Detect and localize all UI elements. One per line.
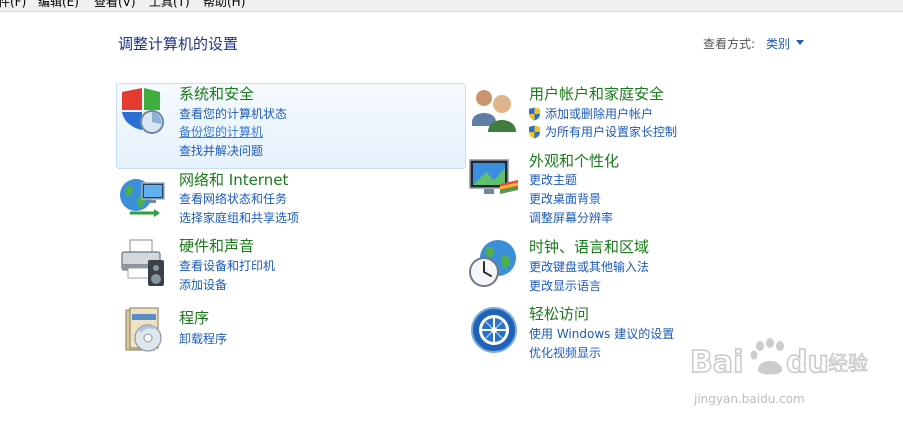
category-user-accounts-title[interactable]: 用户帐户和家庭安全 — [529, 85, 664, 103]
baidu-watermark: Bai du 经验 jingyan.baidu.com — [689, 332, 870, 412]
watermark-url: jingyan.baidu.com — [694, 392, 805, 406]
link-backup-computer[interactable]: 备份您的计算机 — [179, 125, 263, 139]
view-by-dropdown[interactable]: 类别 — [766, 35, 790, 52]
clock-globe-icon[interactable] — [468, 238, 520, 294]
link-find-fix-problems[interactable]: 查找并解决问题 — [179, 144, 263, 158]
category-hover-highlight — [116, 83, 466, 169]
link-change-desktop-background[interactable]: 更改桌面背景 — [529, 192, 601, 206]
ease-of-access-icon[interactable] — [469, 305, 519, 359]
link-view-network-status[interactable]: 查看网络状态和任务 — [179, 192, 287, 206]
category-clock-region-title[interactable]: 时钟、语言和区域 — [529, 238, 649, 256]
menu-view[interactable]: 查看(V) — [94, 0, 136, 9]
link-uninstall-program[interactable]: 卸载程序 — [179, 332, 227, 346]
page-title: 调整计算机的设置 — [118, 35, 239, 53]
appearance-monitor-icon[interactable] — [468, 154, 520, 208]
link-change-keyboards[interactable]: 更改键盘或其他输入法 — [529, 260, 649, 274]
menu-bar: 件(F) 编辑(E) 查看(V) 工具(T) 帮助(H) — [0, 0, 903, 12]
printer-icon[interactable] — [118, 238, 168, 292]
uac-shield-icon — [528, 124, 541, 143]
view-by-label: 查看方式: — [703, 37, 756, 51]
link-view-computer-status[interactable]: 查看您的计算机状态 — [179, 107, 287, 121]
link-change-display-language[interactable]: 更改显示语言 — [529, 279, 601, 293]
link-parental-controls[interactable]: 为所有用户设置家长控制 — [545, 125, 677, 139]
uac-shield-icon — [528, 106, 541, 125]
menu-help[interactable]: 帮助(H) — [203, 0, 245, 9]
link-add-device[interactable]: 添加设备 — [179, 278, 227, 292]
category-hardware-title[interactable]: 硬件和声音 — [179, 237, 254, 255]
menu-file[interactable]: 件(F) — [0, 0, 26, 9]
network-globe-icon[interactable] — [118, 173, 168, 227]
link-optimize-visual-display[interactable]: 优化视频显示 — [529, 346, 601, 360]
menu-edit[interactable]: 编辑(E) — [38, 0, 79, 9]
link-adjust-resolution[interactable]: 调整屏幕分辨率 — [529, 211, 613, 225]
link-homegroup-sharing[interactable]: 选择家庭组和共享选项 — [179, 211, 299, 225]
user-accounts-icon[interactable] — [468, 86, 520, 140]
link-add-remove-accounts[interactable]: 添加或删除用户帐户 — [545, 107, 653, 121]
link-change-theme[interactable]: 更改主题 — [529, 173, 577, 187]
link-windows-suggested-settings[interactable]: 使用 Windows 建议的设置 — [529, 327, 674, 341]
category-system-security-title[interactable]: 系统和安全 — [179, 85, 254, 103]
category-programs-title[interactable]: 程序 — [179, 309, 209, 327]
chevron-down-icon[interactable] — [796, 40, 804, 45]
category-network-title[interactable]: 网络和 Internet — [179, 171, 288, 189]
svg-text:Bai: Bai — [690, 345, 743, 380]
baidu-logo-icon: Bai du 经验 — [689, 338, 869, 381]
svg-text:经验: 经验 — [828, 351, 868, 375]
svg-text:du: du — [786, 345, 829, 380]
category-ease-access-title[interactable]: 轻松访问 — [529, 305, 589, 323]
system-security-icon[interactable] — [118, 86, 168, 140]
link-devices-printers[interactable]: 查看设备和打印机 — [179, 259, 275, 273]
category-appearance-title[interactable]: 外观和个性化 — [529, 152, 619, 170]
menu-tools[interactable]: 工具(T) — [149, 0, 190, 9]
programs-icon[interactable] — [118, 306, 168, 360]
